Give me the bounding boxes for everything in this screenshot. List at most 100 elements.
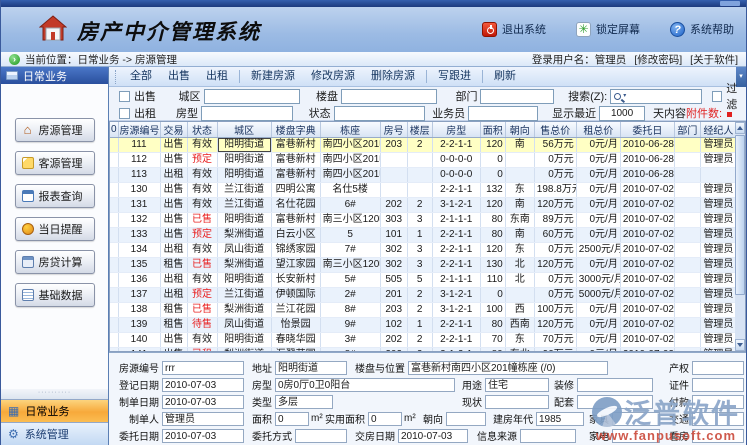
cell-sale[interactable]: 100万元: [534, 303, 576, 318]
detail-input-info-source[interactable]: [520, 429, 576, 443]
cell-attach[interactable]: [110, 243, 118, 258]
cell-layout[interactable]: 2-1-1-1: [432, 213, 480, 228]
cell-district[interactable]: 凤山街道: [217, 243, 271, 258]
cell-layout[interactable]: 2-2-1-1: [432, 138, 480, 153]
cell-layout[interactable]: 2-2-1-1: [432, 333, 480, 348]
cell-attach[interactable]: [110, 153, 118, 168]
cell-floor[interactable]: 2: [407, 198, 432, 213]
cell-floor[interactable]: 2: [407, 288, 432, 303]
about-software-link[interactable]: [关于软件]: [690, 52, 738, 67]
cell-estate[interactable]: 怡景园: [271, 318, 320, 333]
cell-sale[interactable]: 89万元: [534, 213, 576, 228]
detail-input-entrust-mode[interactable]: [295, 429, 347, 443]
detail-input-usable-area[interactable]: 0: [368, 412, 402, 426]
cell-status[interactable]: 已售: [187, 303, 217, 318]
cell-floor[interactable]: 2: [407, 138, 432, 153]
cell-code[interactable]: 132: [118, 213, 160, 228]
cell-rent[interactable]: 0元/月: [576, 153, 620, 168]
cell-block[interactable]: 南四小区201幢: [320, 153, 380, 168]
table-row[interactable]: 130出售有效兰江街道四明公寓名仕5楼2-2-1-1132东198.8万元0元/…: [110, 183, 737, 198]
cell-district[interactable]: 兰江街道: [217, 198, 271, 213]
cell-dept[interactable]: [674, 243, 700, 258]
cell-block[interactable]: 2#: [320, 288, 380, 303]
toolbar-item-refresh[interactable]: 刷新: [486, 67, 524, 86]
cell-sale[interactable]: 60万元: [534, 228, 576, 243]
cell-room[interactable]: [380, 168, 407, 183]
cell-date[interactable]: 2010-06-28: [620, 168, 674, 183]
cell-status[interactable]: 有效: [187, 273, 217, 288]
table-row[interactable]: 137出租预定兰江街道伊顿国际2#20123-1-2-100万元5000元/月2…: [110, 288, 737, 303]
scroll-up-icon[interactable]: [735, 122, 745, 134]
cell-trade[interactable]: 出售: [160, 153, 187, 168]
cell-facing[interactable]: 北: [505, 273, 534, 288]
cell-sale[interactable]: 56万元: [534, 138, 576, 153]
cell-attach[interactable]: [110, 198, 118, 213]
cell-sale[interactable]: 0万元: [534, 288, 576, 303]
cell-date[interactable]: 2010-07-02: [620, 303, 674, 318]
cell-estate[interactable]: 望江家园: [271, 258, 320, 273]
cell-trade[interactable]: 出售: [160, 183, 187, 198]
cell-layout[interactable]: 3-1-2-1: [432, 303, 480, 318]
cell-facing[interactable]: 南: [505, 138, 534, 153]
cell-room[interactable]: 202: [380, 198, 407, 213]
column-header-trade[interactable]: 交易: [160, 122, 187, 138]
table-row[interactable]: 131出售有效兰江街道名仕花园6#20223-1-2-1120南120万元0元/…: [110, 198, 737, 213]
cell-layout[interactable]: 2-2-1-1: [432, 243, 480, 258]
lock-screen-button[interactable]: ✳ 锁定屏幕: [576, 21, 640, 37]
cell-area[interactable]: 0: [480, 168, 505, 183]
cell-sale[interactable]: 0万元: [534, 153, 576, 168]
cell-code[interactable]: 138: [118, 303, 160, 318]
detail-input-traffic[interactable]: [692, 412, 744, 426]
status-input[interactable]: [334, 106, 426, 121]
cell-area[interactable]: 0: [480, 153, 505, 168]
cell-agent[interactable]: 管理员: [700, 213, 736, 228]
detail-input-area[interactable]: 0: [275, 412, 309, 426]
cell-estate[interactable]: 富巷新村: [271, 168, 320, 183]
sidebar-button-report-query[interactable]: 报表查询: [15, 184, 95, 208]
toolbar-item-delete-house[interactable]: 删除房源: [363, 67, 423, 86]
cell-district[interactable]: 梨洲街道: [217, 228, 271, 243]
cell-district[interactable]: 兰江街道: [217, 288, 271, 303]
cell-estate[interactable]: 长安新村: [271, 273, 320, 288]
cell-date[interactable]: 2010-06-28: [620, 138, 674, 153]
cell-area[interactable]: 80: [480, 318, 505, 333]
cell-code[interactable]: 112: [118, 153, 160, 168]
cell-trade[interactable]: 出租: [160, 288, 187, 303]
column-header-facing[interactable]: 朝向: [505, 122, 534, 138]
cell-status[interactable]: 有效: [187, 168, 217, 183]
detail-input-viewing[interactable]: [692, 429, 744, 443]
cell-trade[interactable]: 出租: [160, 243, 187, 258]
cell-area[interactable]: 100: [480, 303, 505, 318]
cell-trade[interactable]: 出售: [160, 213, 187, 228]
detail-input-reg-date[interactable]: 2010-07-03: [162, 378, 244, 392]
column-header-estate[interactable]: 楼盘字典: [271, 122, 320, 138]
search-input[interactable]: ▾: [610, 89, 702, 104]
cell-sale[interactable]: 198.8万元: [534, 183, 576, 198]
column-header-date[interactable]: 委托日: [620, 122, 674, 138]
cell-facing[interactable]: 东: [505, 333, 534, 348]
cell-rent[interactable]: 3000元/月: [576, 273, 620, 288]
cell-status[interactable]: 有效: [187, 183, 217, 198]
cell-room[interactable]: 202: [380, 333, 407, 348]
nav-item-system-manage[interactable]: ⚙系统管理: [1, 422, 108, 445]
cell-area[interactable]: 130: [480, 258, 505, 273]
table-row[interactable]: 135租售已售梨洲街道望江家园南三小区120幢30232-2-1-1130北12…: [110, 258, 737, 273]
sidebar-button-base-data[interactable]: 基础数据: [15, 283, 95, 307]
cell-code[interactable]: 134: [118, 243, 160, 258]
cell-date[interactable]: 2010-06-28: [620, 153, 674, 168]
cell-area[interactable]: 110: [480, 273, 505, 288]
table-row[interactable]: 112出售预定阳明街道富巷新村南四小区201幢0-0-0-000万元0元/月20…: [110, 153, 737, 168]
cell-rent[interactable]: 0元/月: [576, 318, 620, 333]
layout-input[interactable]: [201, 106, 293, 121]
table-row[interactable]: 134出租有效凤山街道锦绣家园7#30232-2-1-1120东0万元2500元…: [110, 243, 737, 258]
cell-layout[interactable]: 0-0-0-0: [432, 153, 480, 168]
cell-block[interactable]: 8#: [320, 303, 380, 318]
column-header-code[interactable]: 房源编号: [118, 122, 160, 138]
column-header-layout[interactable]: 房型: [432, 122, 480, 138]
cell-trade[interactable]: 出售: [160, 333, 187, 348]
cell-rent[interactable]: 0元/月: [576, 228, 620, 243]
cell-layout[interactable]: 3-1-2-1: [432, 288, 480, 303]
cell-date[interactable]: 2010-07-02: [620, 243, 674, 258]
dept-input[interactable]: [480, 89, 554, 104]
days-input[interactable]: 1000: [599, 106, 645, 121]
